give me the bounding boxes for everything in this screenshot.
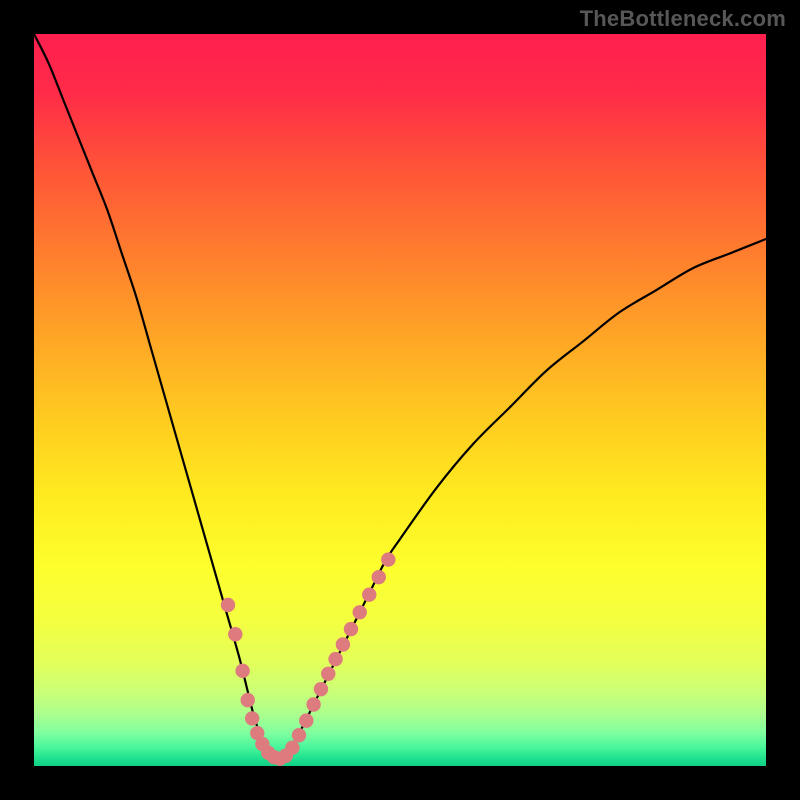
sample-dot (344, 622, 358, 636)
sample-dot (328, 652, 342, 666)
watermark-text: TheBottleneck.com (580, 6, 786, 32)
sample-dot (362, 588, 376, 602)
sample-dot (299, 713, 313, 727)
sample-dot (381, 552, 395, 566)
sample-dot (241, 693, 255, 707)
sample-dot (336, 637, 350, 651)
sample-dot (285, 741, 299, 755)
sample-dot (372, 570, 386, 584)
sample-dot (221, 598, 235, 612)
sample-dot (235, 664, 249, 678)
plot-area (34, 34, 766, 766)
sample-dot (306, 697, 320, 711)
sample-points (34, 34, 766, 766)
sample-dot (292, 728, 306, 742)
sample-dot (245, 711, 259, 725)
sample-dot (321, 667, 335, 681)
sample-dot (314, 682, 328, 696)
chart-frame: TheBottleneck.com (0, 0, 800, 800)
sample-dot (228, 627, 242, 641)
sample-dot (353, 605, 367, 619)
